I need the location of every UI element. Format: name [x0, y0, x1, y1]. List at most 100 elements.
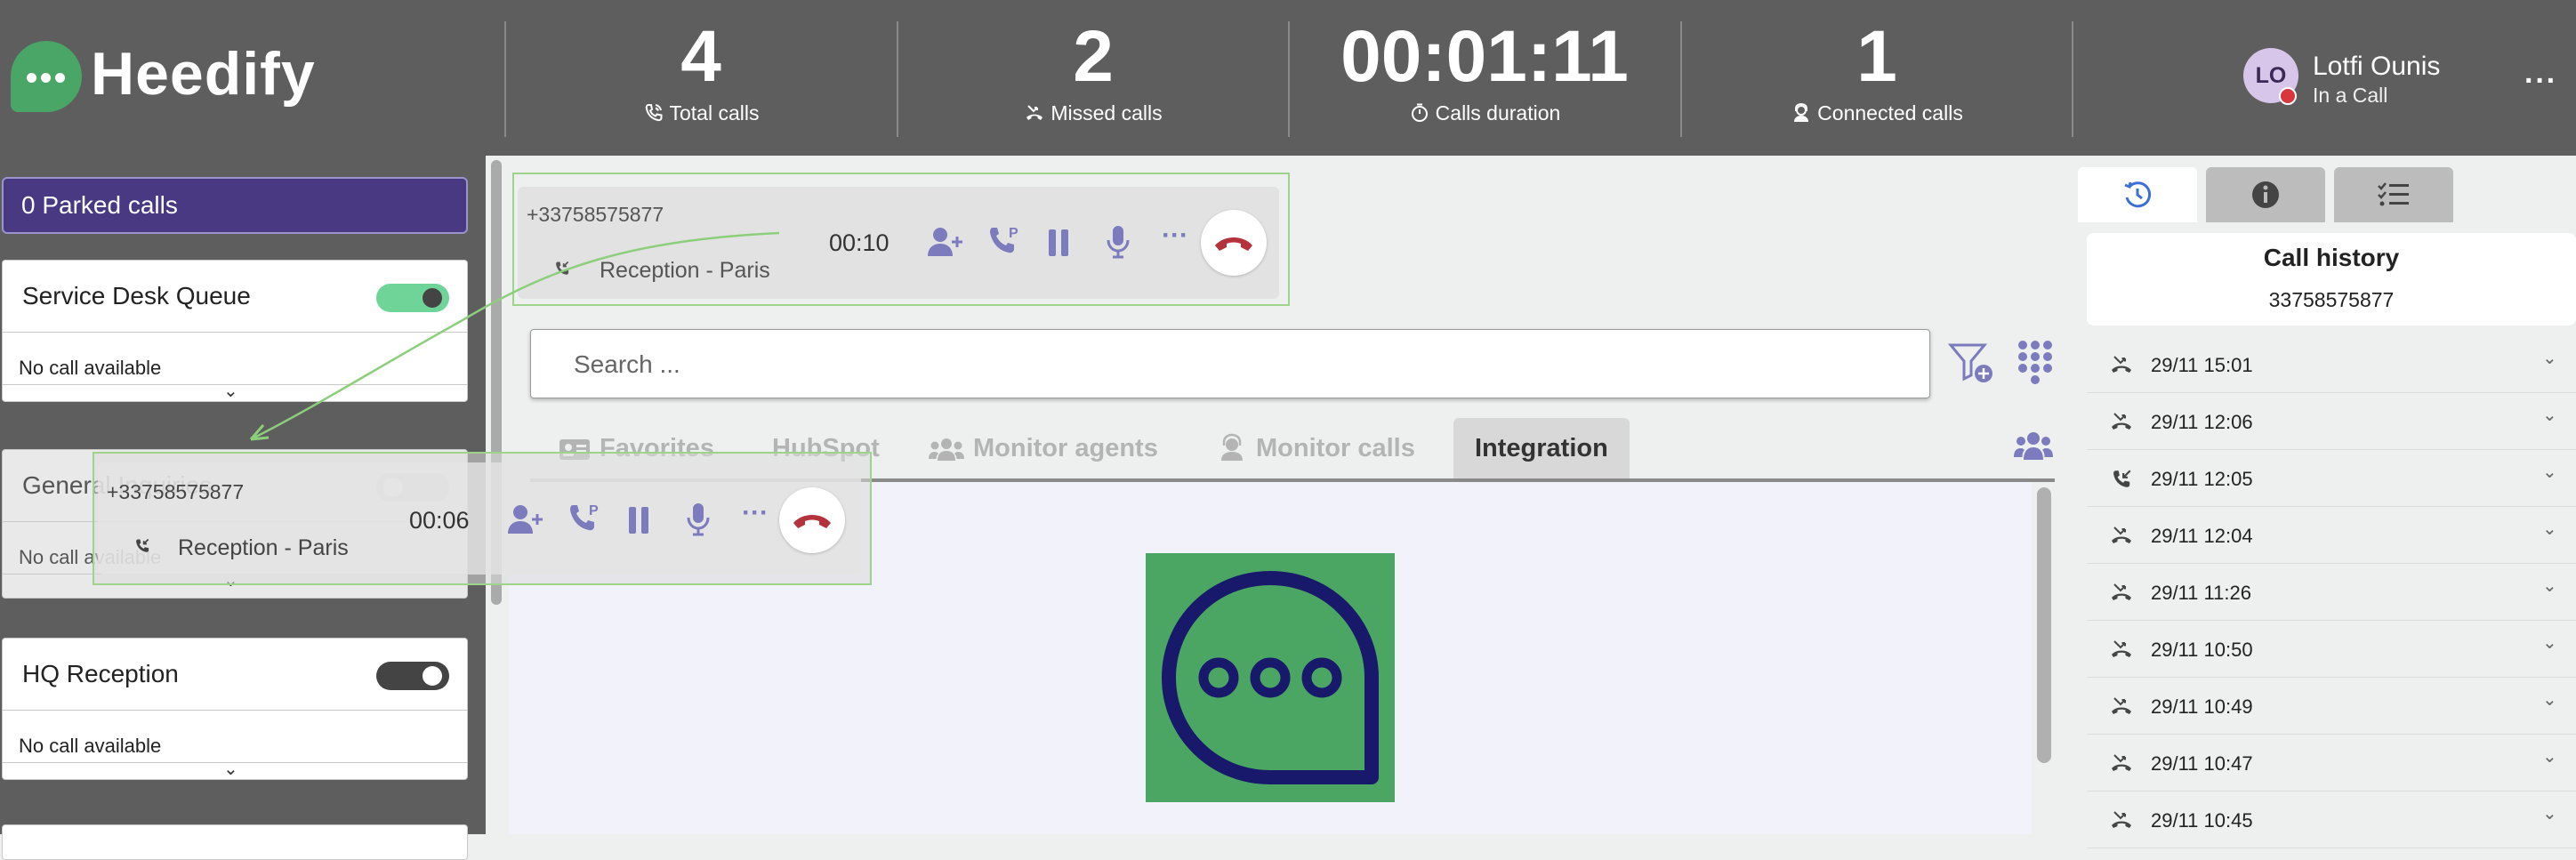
timer-icon [1411, 103, 1428, 122]
queue-name: HQ Reception [22, 660, 179, 687]
history-time: 29/11 12:04 [2151, 525, 2253, 547]
call-timer: 00:06 [409, 507, 470, 534]
stat-calls-duration: 00:01:11 Calls duration [1289, 18, 1680, 125]
microphone-icon[interactable] [1105, 224, 1131, 260]
dialpad-icon[interactable] [2017, 340, 2053, 386]
missed-call-icon [2110, 752, 2133, 778]
hangup-button[interactable] [1201, 210, 1267, 276]
queue-empty-text: No call available [19, 357, 162, 379]
history-row[interactable]: 29/11 11:26 ⌄ [2087, 564, 2576, 621]
tab-monitor-calls[interactable]: Monitor calls [1217, 418, 1415, 478]
history-row[interactable]: 29/11 10:50 ⌄ [2087, 621, 2576, 678]
info-icon [2252, 181, 2279, 208]
history-time: 29/11 12:06 [2151, 411, 2253, 433]
stat-missed-calls-label: Missed calls [1051, 101, 1163, 125]
queue-toggle-hq-reception[interactable] [376, 662, 449, 690]
queue-name: Service Desk Queue [22, 282, 251, 309]
chevron-down-icon[interactable]: ⌄ [2542, 745, 2557, 768]
chevron-down-icon[interactable]: ⌄ [2542, 461, 2557, 483]
chevron-down-icon[interactable]: ⌄ [2542, 404, 2557, 426]
tab-info[interactable] [2206, 167, 2325, 222]
microphone-icon[interactable] [685, 502, 712, 537]
tab-label: Monitor agents [973, 434, 1158, 462]
heedify-logo-icon [11, 41, 82, 112]
phone-ring-icon [645, 104, 662, 122]
stat-connected-calls-label: Connected calls [1817, 101, 1963, 125]
stat-connected-calls: 1 Connected calls [1681, 18, 2073, 125]
top-bar: Heedify 4 Total calls 2 Missed calls 00:… [0, 0, 2576, 156]
hangup-phone-icon [793, 515, 831, 528]
hold-pause-icon[interactable] [1046, 228, 1071, 258]
chevron-down-icon[interactable]: ⌄ [2542, 802, 2557, 824]
stat-calls-duration-label: Calls duration [1435, 101, 1561, 125]
chevron-down-icon[interactable]: ⌄ [2542, 688, 2557, 711]
svg-text:P: P [1009, 226, 1018, 241]
queue-card-partial [2, 824, 468, 860]
missed-call-icon [2110, 411, 2133, 437]
history-row[interactable]: 29/11 12:05 ⌄ [2087, 450, 2576, 507]
chevron-down-icon[interactable]: ⌄ [2542, 631, 2557, 654]
tab-call-history[interactable] [2078, 167, 2197, 222]
call-queue: Reception - Paris [178, 535, 349, 560]
headset-icon [1221, 433, 1243, 461]
brand-name: Heedify [91, 40, 316, 108]
more-actions-icon[interactable]: ··· [742, 498, 769, 528]
search-input[interactable]: Search ... [530, 329, 1930, 398]
tab-label: Integration [1475, 434, 1608, 462]
history-row[interactable]: 29/11 10:45 ⌄ [2087, 792, 2576, 848]
missed-call-icon [1026, 105, 1043, 120]
missed-call-icon [2110, 639, 2133, 664]
incoming-call-icon [2110, 468, 2133, 495]
missed-call-icon [2110, 695, 2133, 721]
queue-card-hq-reception: HQ Reception No call available ⌄ [2, 638, 468, 780]
hold-pause-icon[interactable] [626, 505, 651, 535]
user-name: Lotfi Ounis [2313, 52, 2441, 81]
tab-integration[interactable]: Integration [1453, 418, 1630, 478]
chevron-down-icon[interactable]: ⌄ [223, 758, 238, 780]
stat-missed-calls-value: 2 [1073, 16, 1114, 97]
group-users-icon[interactable] [2014, 430, 2053, 461]
svg-text:P: P [589, 503, 599, 518]
headset-user-icon [1794, 102, 1809, 122]
hangup-button[interactable] [779, 487, 845, 553]
dragged-call-card[interactable]: +33758575877 Reception - Paris 00:06 P ·… [98, 462, 861, 575]
history-time: 29/11 12:05 [2151, 468, 2253, 490]
hangup-phone-icon [1215, 237, 1252, 251]
stat-total-calls-label: Total calls [669, 101, 760, 125]
call-history-number: 33758575877 [2268, 288, 2395, 311]
more-options-icon[interactable]: ··· [2524, 64, 2557, 99]
history-time: 29/11 15:01 [2151, 354, 2253, 376]
tab-tasks[interactable] [2334, 167, 2453, 222]
chevron-down-icon[interactable]: ⌄ [2542, 347, 2557, 369]
incoming-call-icon [136, 538, 149, 552]
history-row[interactable]: 29/11 15:01 ⌄ [2087, 336, 2576, 393]
user-status: In a Call [2313, 84, 2388, 107]
panel-scrollbar[interactable] [2037, 487, 2051, 763]
queue-empty-text: No call available [19, 735, 162, 757]
missed-call-icon [2110, 525, 2133, 551]
history-row[interactable]: 29/11 10:49 ⌄ [2087, 678, 2576, 735]
history-row[interactable]: 29/11 10:47 ⌄ [2087, 735, 2576, 792]
add-participant-icon[interactable] [507, 503, 543, 535]
more-actions-icon[interactable]: ··· [1162, 221, 1188, 251]
history-time: 29/11 10:49 [2151, 695, 2253, 718]
park-call-icon[interactable]: P [987, 224, 1023, 260]
history-row[interactable]: 29/11 12:04 ⌄ [2087, 507, 2576, 564]
missed-call-icon [2110, 354, 2133, 380]
heedify-chat-logo-icon [1146, 553, 1395, 802]
add-participant-icon[interactable] [927, 226, 962, 258]
stat-total-calls: 4 Total calls [505, 18, 897, 125]
stat-calls-duration-value: 00:01:11 [1340, 16, 1629, 97]
tab-monitor-agents[interactable]: Monitor agents [929, 418, 1158, 478]
filter-add-icon[interactable] [1948, 342, 1994, 384]
history-row[interactable]: 29/11 12:06 ⌄ [2087, 393, 2576, 450]
call-history-title: Call history [2263, 244, 2400, 271]
stat-total-calls-value: 4 [680, 16, 721, 97]
tab-label: Monitor calls [1256, 434, 1415, 462]
history-time: 29/11 11:26 [2151, 582, 2251, 604]
stat-missed-calls: 2 Missed calls [898, 18, 1289, 125]
park-call-icon[interactable]: P [568, 502, 603, 537]
chevron-down-icon[interactable]: ⌄ [2542, 518, 2557, 540]
checklist-icon [2378, 182, 2409, 206]
chevron-down-icon[interactable]: ⌄ [2542, 575, 2557, 597]
